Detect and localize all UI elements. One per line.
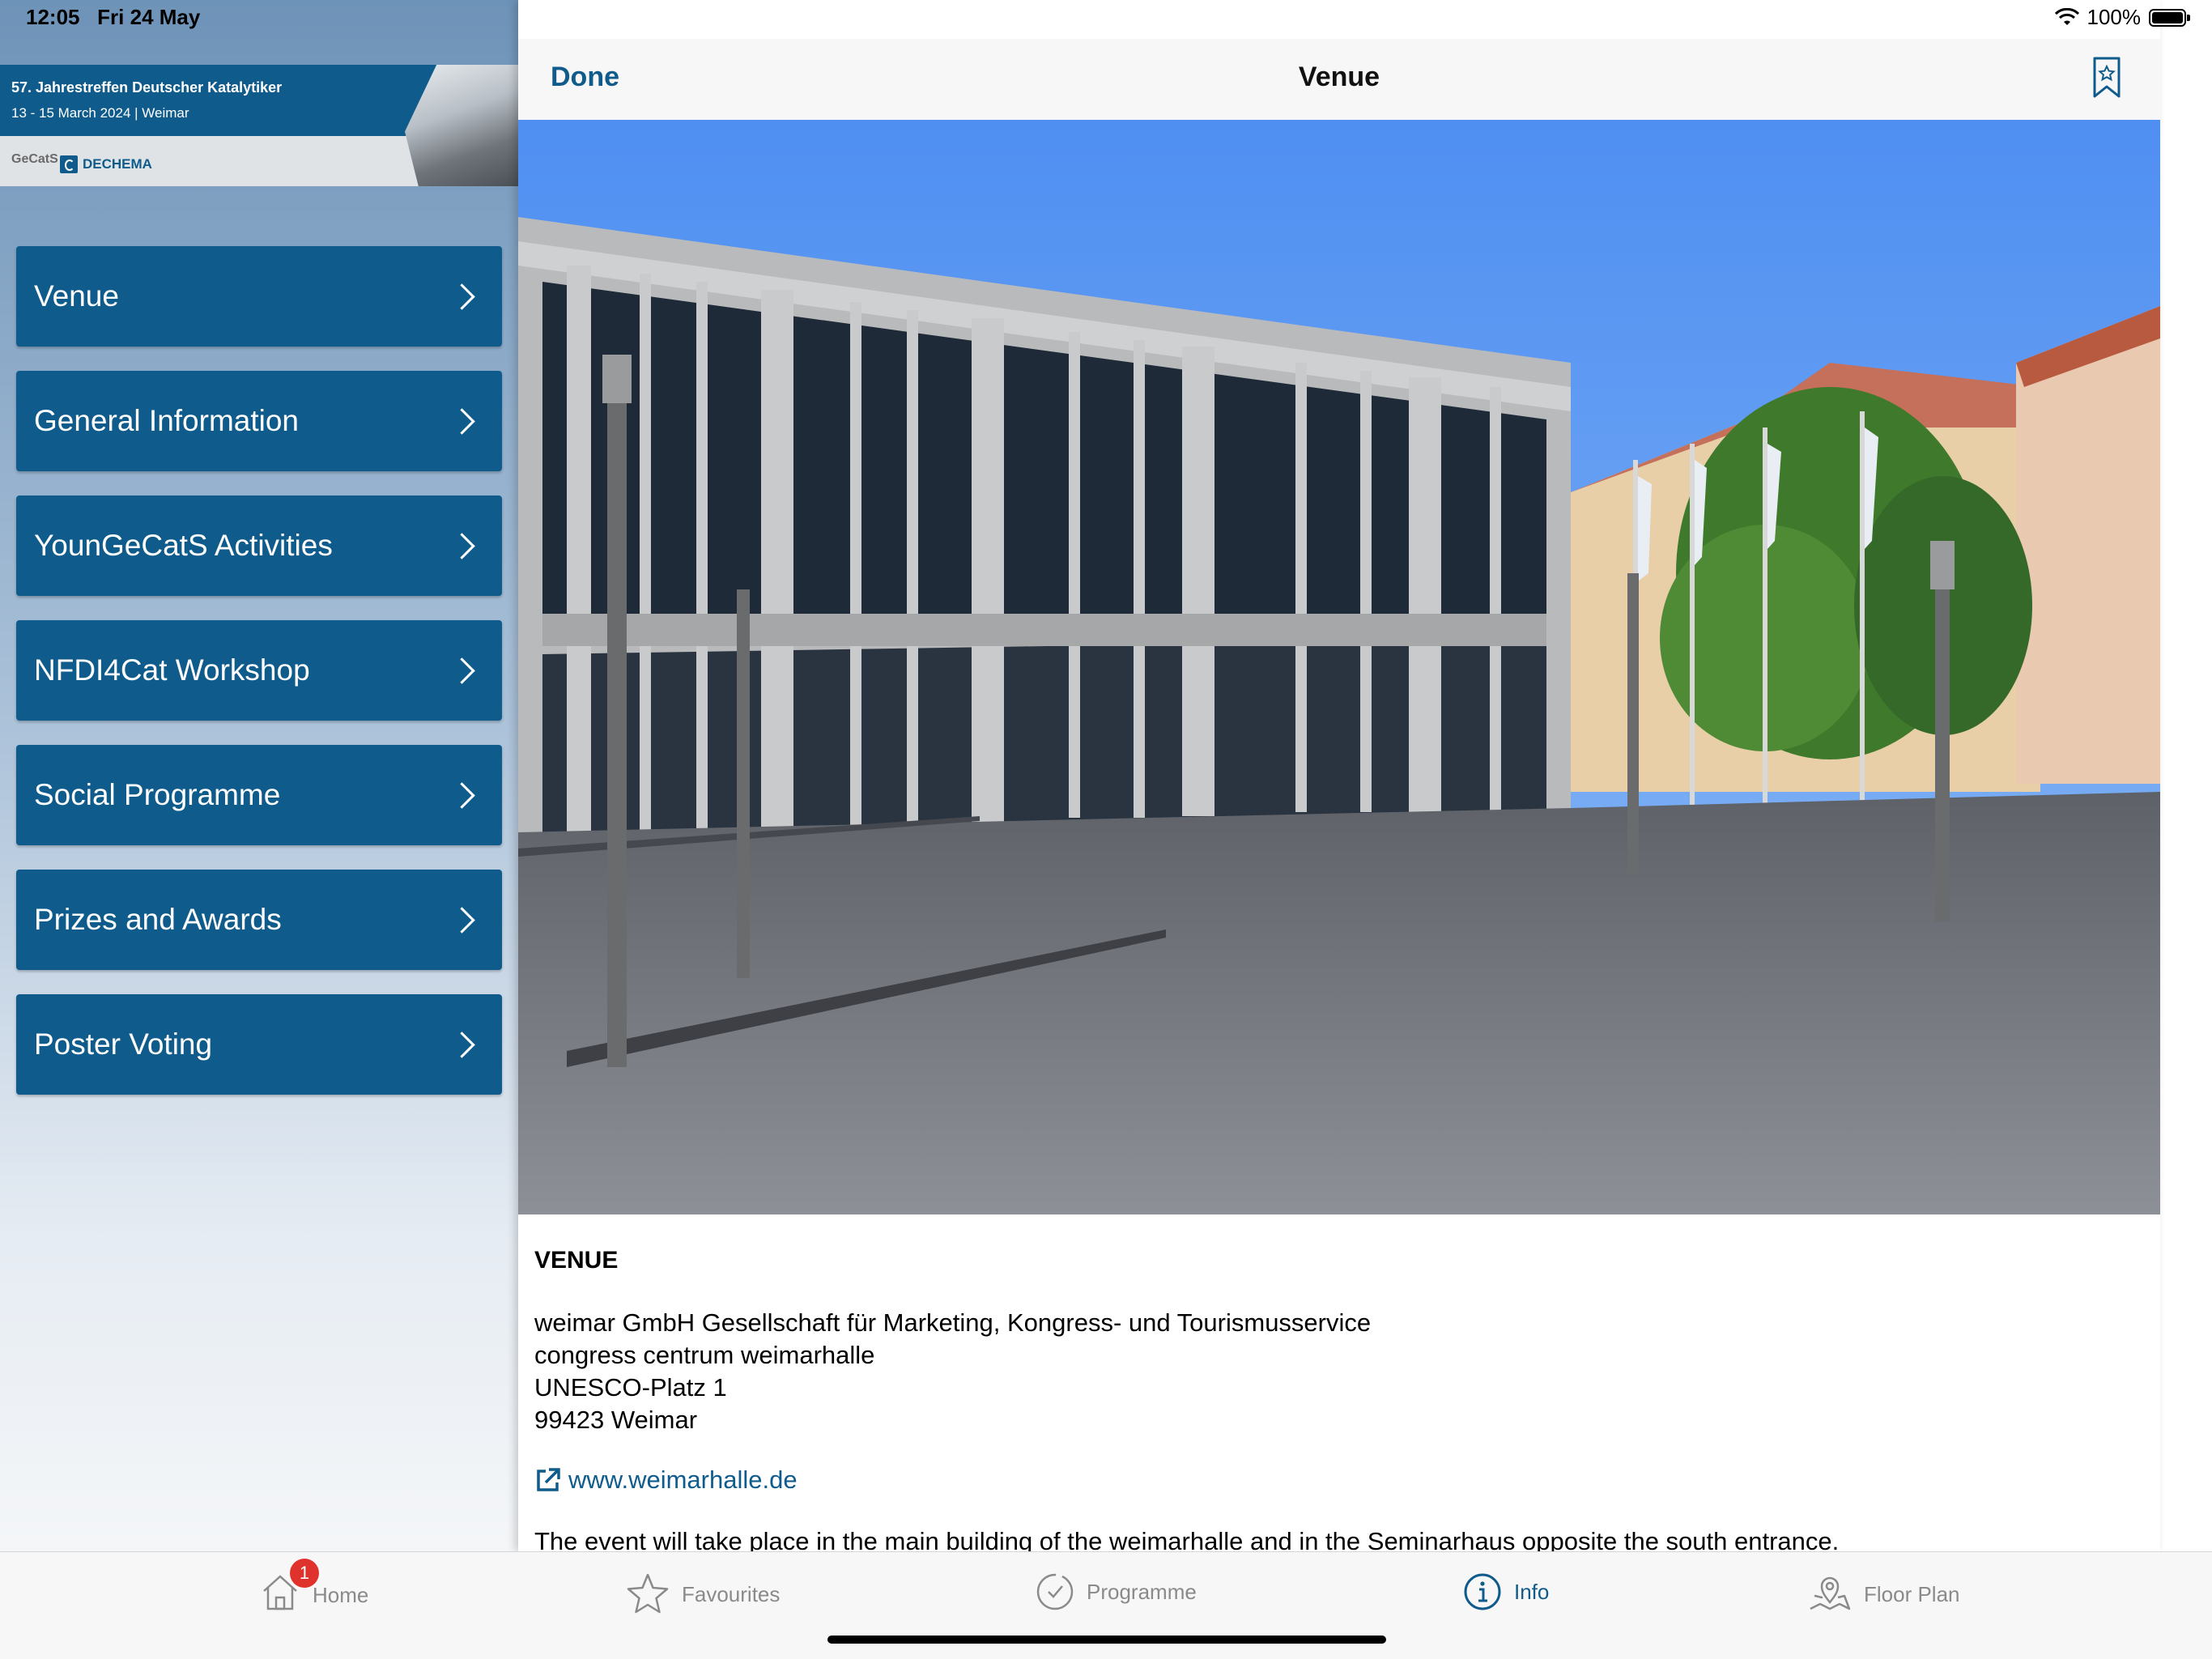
tab-label: Programme [1087,1579,1197,1604]
tab-info[interactable]: Info [1462,1572,1549,1612]
tab-programme[interactable]: Programme [1035,1572,1197,1612]
chevron-right-icon [449,532,475,559]
conference-banner: 57. Jahrestreffen Deutscher Katalytiker … [0,65,518,186]
tab-label: Floor Plan [1864,1581,1960,1606]
menu-item-general-information[interactable]: General Information [16,371,502,471]
website-link[interactable]: www.weimarhalle.de [534,1465,2138,1495]
tab-label: Home [313,1583,369,1607]
notification-badge: 1 [290,1559,319,1588]
status-date: Fri 24 May [97,5,201,29]
address-line: weimar GmbH Gesellschaft für Marketing, … [534,1308,1372,1337]
website-link-text: www.weimarhalle.de [568,1465,798,1494]
battery-percent: 100% [2087,5,2142,29]
page-title: Venue [1298,62,1380,92]
menu-item-label: General Information [34,404,300,437]
tab-floor-plan[interactable]: Floor Plan [1807,1572,1960,1617]
menu-item-poster-voting[interactable]: Poster Voting [16,994,502,1095]
detail-nav-bar: Done Venue [518,39,2160,121]
map-icon [1810,1576,1851,1610]
banner-title: 57. Jahrestreffen Deutscher Katalytiker [11,79,283,96]
wifi-icon [2054,7,2079,25]
address-line: UNESCO-Platz 1 [534,1373,727,1402]
menu-item-label: Social Programme [34,778,281,811]
menu-item-label: Prizes and Awards [34,903,282,936]
venue-heading: VENUE [534,1247,619,1274]
info-menu: Venue General Information YounGeCatS Act… [16,246,502,1119]
tab-label: Favourites [682,1581,781,1606]
status-time-date: 12:05 Fri 24 May [26,5,200,30]
sidebar: 57. Jahrestreffen Deutscher Katalytiker … [0,0,518,1551]
bookmark-star-icon[interactable] [2092,57,2121,99]
detail-pane: Done Venue VENUE weimar GmbH Gesellschaf… [518,0,2160,1555]
menu-item-label: Venue [34,279,119,313]
chevron-right-icon [449,906,475,934]
menu-item-label: YounGeCatS Activities [34,529,333,562]
info-icon [1464,1573,1501,1610]
menu-item-label: Poster Voting [34,1027,213,1061]
chevron-right-icon [449,657,475,684]
tab-home[interactable]: 1 Home [259,1559,369,1619]
menu-item-social-programme[interactable]: Social Programme [16,745,502,845]
tab-favourites[interactable]: Favourites [625,1572,780,1617]
chevron-right-icon [449,781,475,809]
address-line: congress centrum weimarhalle [534,1341,875,1369]
chevron-right-icon [449,407,475,435]
status-right: 100% [2054,5,2190,30]
home-indicator[interactable] [827,1636,1386,1644]
chevron-right-icon [449,283,475,310]
star-icon [627,1573,669,1614]
venue-photo [518,120,2160,1214]
status-time: 12:05 [26,5,80,29]
dechema-logo: DECHEMA [60,155,152,173]
gecats-logo: GeCatS [11,152,58,166]
menu-item-youngecats-activities[interactable]: YounGeCatS Activities [16,496,502,596]
battery-icon [2149,8,2190,27]
status-bar: 12:05 Fri 24 May 100% [0,0,2212,39]
external-link-icon [537,1468,560,1491]
menu-item-nfdi4cat-workshop[interactable]: NFDI4Cat Workshop [16,620,502,721]
address-line: 99423 Weimar [534,1406,698,1434]
venue-building-illustration [518,120,2160,1214]
dechema-mark-icon [60,155,78,173]
chevron-right-icon [449,1031,475,1058]
clock-icon [1036,1573,1074,1610]
menu-item-prizes-and-awards[interactable]: Prizes and Awards [16,870,502,970]
venue-address: weimar GmbH Gesellschaft für Marketing, … [534,1307,2138,1436]
menu-item-label: NFDI4Cat Workshop [34,653,310,687]
menu-item-venue[interactable]: Venue [16,246,502,347]
banner-subtitle: 13 - 15 March 2024 | Weimar [11,105,189,121]
tab-label: Info [1514,1579,1550,1604]
venue-content: VENUE weimar GmbH Gesellschaft für Marke… [534,1247,2138,1556]
